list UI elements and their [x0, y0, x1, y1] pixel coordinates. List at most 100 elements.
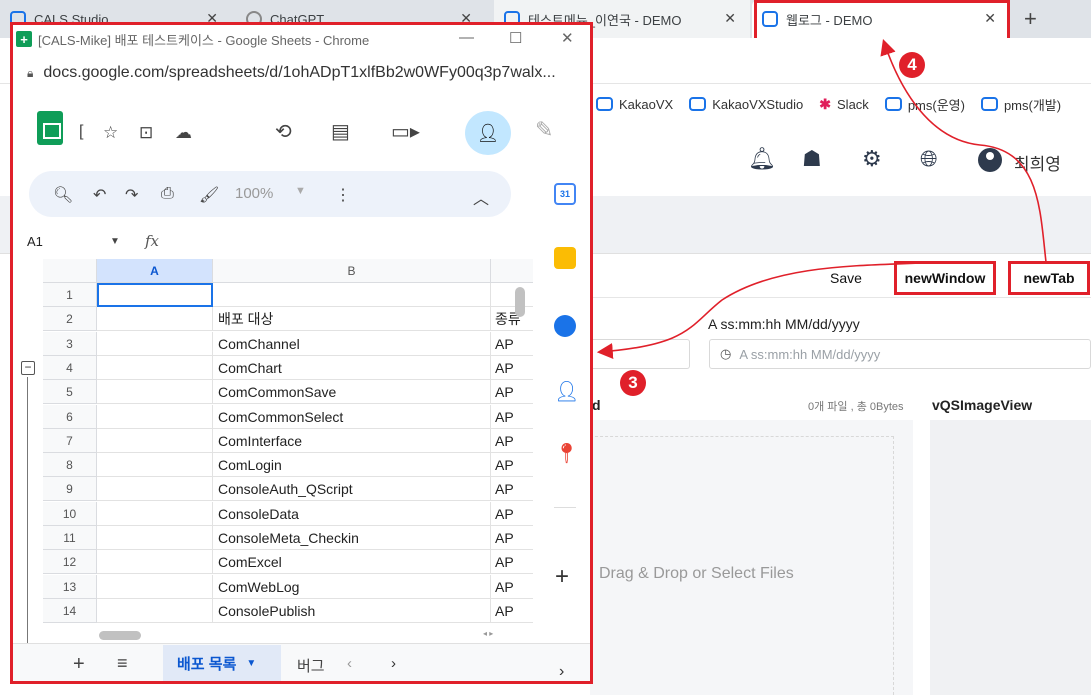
more-options-icon[interactable]: ⋮ [335, 185, 351, 205]
bookmark-pms-prod[interactable]: pms(운영) [884, 95, 965, 114]
cell-a[interactable] [97, 550, 213, 575]
cell-b[interactable]: ConsoleData [213, 501, 491, 526]
chevron-left-icon[interactable]: ‹ [347, 655, 352, 672]
cell-a[interactable] [97, 355, 213, 380]
close-icon[interactable]: ✕ [561, 29, 574, 47]
table-row[interactable]: 8 ComLogin AP [43, 453, 533, 478]
add-addon-icon[interactable]: + [555, 563, 569, 591]
cell-c[interactable]: AP [491, 526, 533, 550]
new-window-button[interactable]: newWindow [894, 261, 996, 295]
row-number[interactable]: 13 [43, 574, 97, 599]
row-number[interactable]: 7 [43, 428, 97, 453]
sitemap-icon[interactable]: ☗ [802, 146, 822, 172]
popup-url-bar[interactable]: 🔒︎ docs.google.com/spreadsheets/d/1ohADp… [13, 53, 590, 93]
cell-b[interactable]: ComChannel [213, 331, 491, 356]
row-number[interactable]: 14 [43, 598, 97, 623]
cell-b[interactable]: ComCommonSelect [213, 404, 491, 429]
column-header-b[interactable]: B [213, 259, 491, 283]
row-number[interactable]: 1 [43, 283, 97, 307]
cell-c[interactable]: AP [491, 429, 533, 453]
cloud-status-icon[interactable]: ☁︎ [175, 123, 192, 143]
bookmark-pms-dev[interactable]: pms(개발) [980, 95, 1061, 114]
table-row[interactable]: 2 배포 대상 종류 [43, 307, 533, 332]
column-header-a[interactable]: A [97, 259, 213, 283]
cell-b[interactable]: ComWebLog [213, 574, 491, 599]
cell-b[interactable]: ComLogin [213, 453, 491, 478]
maps-icon[interactable]: 📍︎ [554, 443, 579, 465]
cell-c[interactable]: AP [491, 599, 533, 623]
table-row[interactable]: 7 ComInterface AP [43, 428, 533, 453]
chevron-down-icon[interactable]: ▼ [295, 185, 306, 197]
zoom-select[interactable]: 100% [235, 185, 273, 202]
cell-a[interactable] [97, 307, 213, 332]
cell-b[interactable]: ComChart [213, 355, 491, 380]
cell-a[interactable] [97, 331, 213, 356]
name-box[interactable]: A1 [27, 234, 43, 249]
cell-a[interactable] [97, 574, 213, 599]
search-icon[interactable]: 🔍︎ [53, 185, 73, 205]
keep-icon[interactable] [554, 247, 576, 269]
spreadsheet-grid[interactable]: A B − 1 2 배포 대상 종류 3 ComChannel AP 4 ComChart AP 5… [13, 259, 533, 645]
add-sheet-button[interactable]: + [73, 653, 85, 676]
cell-a[interactable] [97, 380, 213, 405]
paint-format-icon[interactable]: 🖌︎ [199, 185, 219, 205]
bookmark-kakaovxstudio[interactable]: KakaoVXStudio [689, 97, 803, 112]
vertical-scrollbar[interactable] [515, 287, 525, 317]
horizontal-scrollbar[interactable] [99, 631, 141, 640]
tasks-icon[interactable] [554, 315, 576, 337]
print-icon[interactable]: ⎙ [161, 185, 174, 203]
chevron-right-icon[interactable]: › [559, 663, 564, 681]
table-row[interactable]: 12 ComExcel AP [43, 550, 533, 575]
table-row[interactable]: 6 ComCommonSelect AP [43, 404, 533, 429]
table-row[interactable]: 3 ComChannel AP [43, 331, 533, 356]
text-field[interactable] [590, 339, 690, 369]
cell-a[interactable] [97, 477, 213, 502]
cell-c[interactable]: AP [491, 356, 533, 380]
row-number[interactable]: 6 [43, 404, 97, 429]
row-number[interactable]: 9 [43, 477, 97, 502]
sheet-tab-next[interactable]: 버그 [297, 655, 331, 676]
move-folder-icon[interactable]: ⊡ [139, 123, 153, 143]
new-tab-button-app[interactable]: newTab [1008, 261, 1090, 295]
cell-c[interactable]: AP [491, 502, 533, 526]
column-header-c[interactable] [491, 259, 533, 283]
cell-b[interactable]: ComExcel [213, 550, 491, 575]
cell-c[interactable]: AP [491, 575, 533, 599]
contacts-icon[interactable]: 👤︎ [554, 381, 579, 403]
undo-icon[interactable]: ↶ [93, 185, 106, 205]
user-name[interactable]: 최희영 [1014, 150, 1061, 175]
popup-titlebar[interactable]: + [CALS-Mike] 배포 테스트케이스 - Google Sheets … [13, 25, 590, 53]
table-row[interactable]: 9 ConsoleAuth_QScript AP [43, 477, 533, 502]
scroll-arrows-icon[interactable]: ◂ ▸ [483, 629, 493, 638]
row-number[interactable]: 4 [43, 355, 97, 380]
row-number[interactable]: 3 [43, 331, 97, 356]
cell-a[interactable] [97, 526, 213, 550]
table-row[interactable]: 5 ComCommonSave AP [43, 380, 533, 405]
bell-icon[interactable]: 🔔︎ [748, 146, 776, 172]
chevron-down-icon[interactable]: ▼ [246, 658, 256, 669]
share-button[interactable]: 👤︎ [465, 111, 511, 155]
history-icon[interactable]: ⟲ [275, 119, 292, 144]
row-number[interactable]: 5 [43, 380, 97, 405]
cell-a[interactable] [97, 428, 213, 453]
collapse-group-icon[interactable]: − [21, 361, 35, 375]
cell-c[interactable] [491, 283, 533, 307]
cell-a[interactable] [97, 453, 213, 478]
cell-c[interactable]: 종류 [491, 307, 533, 332]
profile-avatar-icon[interactable]: ✎ [535, 117, 553, 143]
table-row[interactable]: 11 ConsoleMeta_Checkin AP [43, 526, 533, 550]
cell-b[interactable]: ConsoleAuth_QScript [213, 477, 491, 502]
comments-icon[interactable]: ▤ [331, 119, 350, 144]
cell-b[interactable]: 배포 대상 [213, 307, 491, 332]
row-number[interactable]: 10 [43, 501, 97, 526]
table-row[interactable]: 4 ComChart AP [43, 355, 533, 380]
maximize-icon[interactable]: ☐ [509, 29, 522, 47]
sheets-logo-icon[interactable] [37, 111, 63, 145]
row-number[interactable]: 12 [43, 550, 97, 575]
close-tab-icon[interactable]: ✕ [724, 10, 736, 27]
cell-c[interactable]: AP [491, 380, 533, 405]
all-sheets-menu-icon[interactable]: ≡ [117, 653, 128, 674]
datetime-input[interactable]: ◷ A ss:mm:hh MM/dd/yyyy [709, 339, 1091, 369]
chevron-down-icon[interactable]: ▼ [110, 236, 120, 247]
save-button[interactable]: Save [830, 270, 862, 286]
